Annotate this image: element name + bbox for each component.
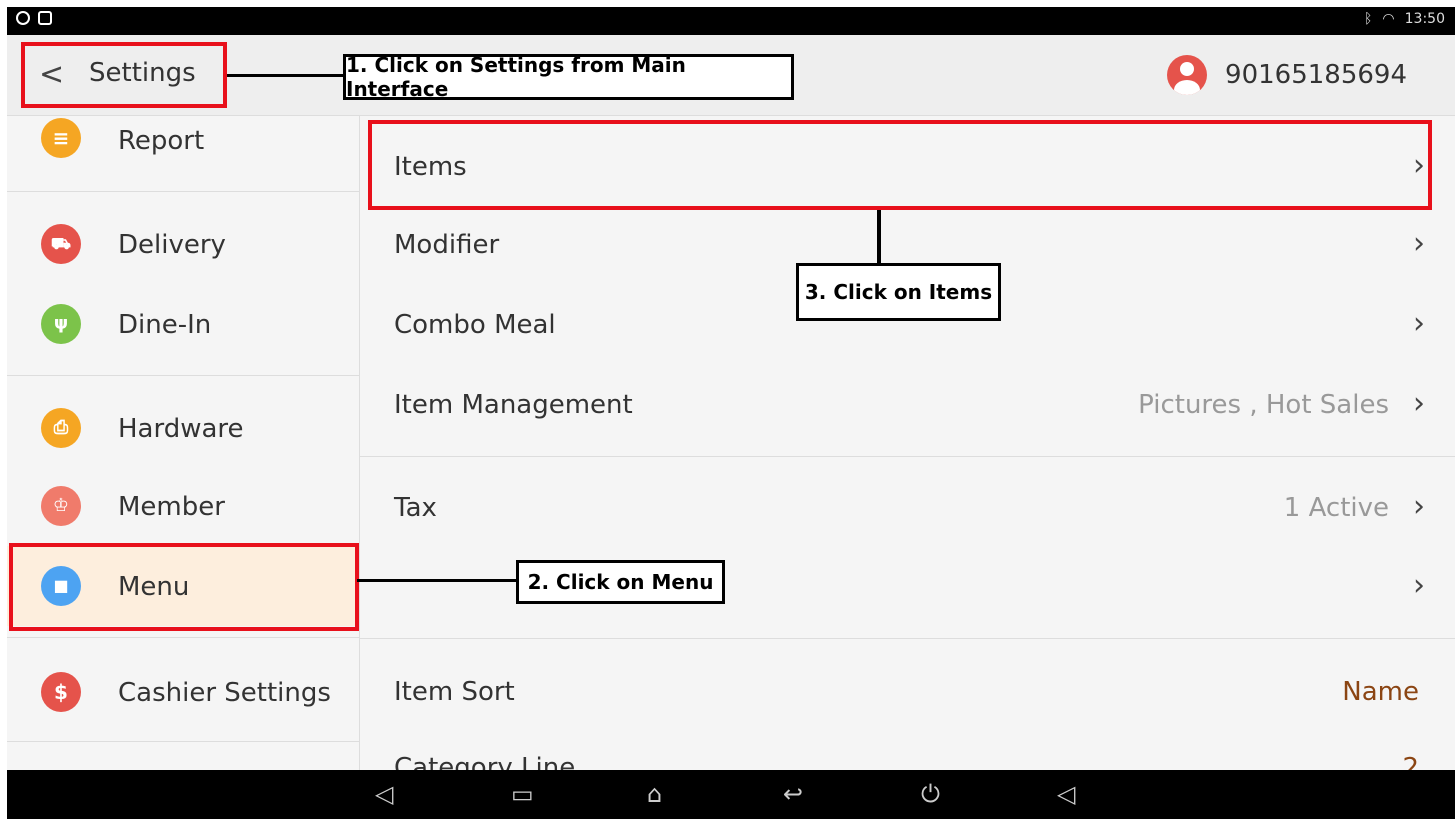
highlight-settings xyxy=(21,42,227,108)
row-label: Item Sort xyxy=(394,677,515,707)
highlight-items xyxy=(368,120,1432,210)
divider xyxy=(360,456,1455,457)
android-nav-bar: ◁ ▭ ⌂ ↩ ⏻ ◁ xyxy=(7,770,1455,819)
dine-in-icon: ψ xyxy=(41,304,81,344)
wifi-icon: ◠ xyxy=(1382,11,1395,27)
row-label: Item Management xyxy=(394,390,633,420)
chevron-right-icon: › xyxy=(1413,386,1425,421)
delivery-icon: ⛟ xyxy=(41,224,81,264)
volume-down-icon[interactable]: ◁ xyxy=(375,780,393,808)
connector-line xyxy=(357,579,519,582)
row-value: Pictures , Hot Sales xyxy=(1138,390,1389,420)
report-icon: ≡ xyxy=(41,118,81,158)
row-item-management[interactable]: Item Management Pictures , Hot Sales › xyxy=(360,366,1455,446)
user-info[interactable]: 90165185694 xyxy=(1167,55,1407,95)
user-avatar-icon xyxy=(1167,55,1208,95)
row-value: 1 Active xyxy=(1283,493,1389,523)
divider xyxy=(360,638,1455,639)
sidebar-item-label: Cashier Settings xyxy=(118,678,331,708)
row-tax[interactable]: Tax 1 Active › xyxy=(360,469,1455,549)
volume-up-icon[interactable]: ◁ xyxy=(1057,780,1075,808)
home-icon[interactable]: ⌂ xyxy=(647,780,662,808)
sidebar-item-delivery[interactable]: ⛟ Delivery xyxy=(7,206,359,286)
sidebar-item-dine-in[interactable]: ψ Dine-In xyxy=(7,286,359,366)
cashier-icon: $ xyxy=(41,672,81,712)
sidebar-item-member[interactable]: ♔ Member xyxy=(7,468,359,548)
bluetooth-icon: ᛒ xyxy=(1364,11,1373,27)
divider xyxy=(7,637,359,638)
recent-apps-icon[interactable]: ▭ xyxy=(511,780,534,808)
divider xyxy=(7,375,359,376)
row-label: Combo Meal xyxy=(394,310,556,340)
chevron-right-icon: › xyxy=(1413,306,1425,341)
sidebar-item-label: Report xyxy=(118,126,205,156)
sidebar-item-cashier-settings[interactable]: $ Cashier Settings xyxy=(7,652,359,732)
menu-settings-list: Items › Modifier › Combo Meal › Item Man… xyxy=(360,116,1455,770)
power-icon[interactable]: ⏻ xyxy=(921,780,940,808)
chevron-right-icon: › xyxy=(1413,489,1425,524)
sidebar-item-label: Delivery xyxy=(118,230,226,260)
connector-line xyxy=(877,210,881,266)
callout-step3: 3. Click on Items xyxy=(796,263,1001,321)
member-icon: ♔ xyxy=(41,486,81,526)
highlight-menu xyxy=(9,543,359,631)
eye-icon xyxy=(16,11,30,25)
callout-step1: 1. Click on Settings from Main Interface xyxy=(343,53,794,101)
back-nav-icon[interactable]: ↩ xyxy=(783,780,803,808)
sidebar-item-label: Hardware xyxy=(118,414,244,444)
callout-step2: 2. Click on Menu xyxy=(516,560,725,604)
connector-line xyxy=(227,74,345,77)
chevron-right-icon: › xyxy=(1413,226,1425,261)
row-label: Modifier xyxy=(394,230,500,260)
divider xyxy=(7,191,359,192)
status-time: 13:50 xyxy=(1404,11,1445,27)
sidebar-item-report[interactable]: ≡ Report xyxy=(7,116,359,184)
row-value: 2 xyxy=(1402,753,1419,770)
sidebar-item-label: Member xyxy=(118,492,225,522)
status-bar: ᛒ ◠ 13:50 xyxy=(7,7,1455,35)
settings-sidebar: ≡ Report ⛟ Delivery ψ Dine-In ⎙ Hardware… xyxy=(7,116,360,770)
screen-icon xyxy=(38,11,52,25)
row-value: Name xyxy=(1342,677,1419,707)
user-id: 90165185694 xyxy=(1225,60,1407,90)
sidebar-item-hardware[interactable]: ⎙ Hardware xyxy=(7,388,359,468)
sidebar-item-label: Dine-In xyxy=(118,310,212,340)
row-label: Tax xyxy=(394,493,437,523)
row-category-line[interactable]: Category Line 2 xyxy=(360,733,1455,770)
row-label: Category Line xyxy=(394,753,576,770)
divider xyxy=(7,741,359,742)
chevron-right-icon: › xyxy=(1413,568,1425,603)
hardware-icon: ⎙ xyxy=(41,408,81,448)
row-item-sort[interactable]: Item Sort Name xyxy=(360,653,1455,733)
